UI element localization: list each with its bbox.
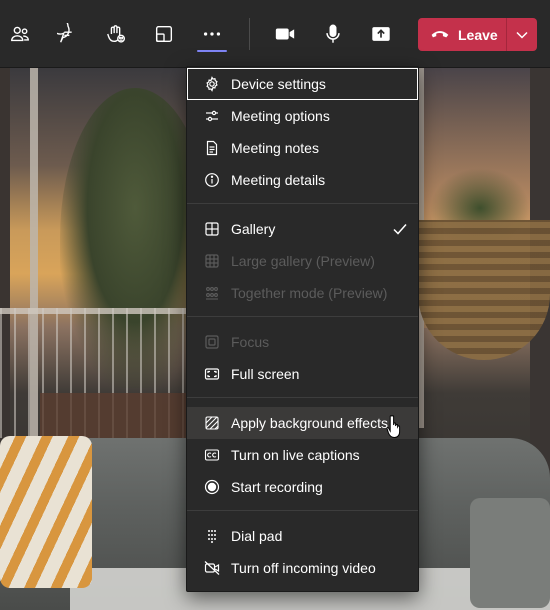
focus-icon <box>203 333 221 351</box>
menu-item-label: Start recording <box>231 479 323 495</box>
large-gallery-icon <box>203 252 221 270</box>
together-mode-icon <box>203 284 221 302</box>
active-tab-indicator <box>197 50 227 52</box>
menu-divider <box>187 316 418 317</box>
menu-item-label: Turn on live captions <box>231 447 360 463</box>
menu-item-live-captions[interactable]: Turn on live captions <box>187 439 418 471</box>
fullscreen-icon <box>203 365 221 383</box>
video-off-icon <box>203 559 221 577</box>
cc-icon <box>203 446 221 464</box>
gear-icon <box>203 75 221 93</box>
menu-item-meeting-notes[interactable]: Meeting notes <box>187 132 418 164</box>
checkmark-icon <box>393 224 407 235</box>
mic-icon[interactable] <box>317 18 349 50</box>
menu-item-start-recording[interactable]: Start recording <box>187 471 418 503</box>
chevron-down-icon <box>516 31 528 39</box>
menu-item-label: Focus <box>231 334 270 350</box>
menu-item-apply-background-effects[interactable]: Apply background effects <box>187 407 418 439</box>
leave-button[interactable]: Leave <box>418 18 506 51</box>
menu-item-label: Large gallery (Preview) <box>231 253 375 269</box>
menu-item-label: Meeting options <box>231 108 330 124</box>
menu-item-together-mode: Together mode (Preview) <box>187 277 418 309</box>
record-icon <box>203 478 221 496</box>
menu-item-large-gallery: Large gallery (Preview) <box>187 245 418 277</box>
menu-divider <box>187 397 418 398</box>
striped-pillow <box>0 436 92 588</box>
hanging-basket <box>418 220 550 360</box>
menu-item-label: Device settings <box>231 76 326 92</box>
menu-item-meeting-details[interactable]: Meeting details <box>187 164 418 196</box>
dialpad-icon <box>203 527 221 545</box>
menu-item-label: Full screen <box>231 366 300 382</box>
menu-item-label: Turn off incoming video <box>231 560 376 576</box>
menu-item-dial-pad[interactable]: Dial pad <box>187 520 418 552</box>
menu-item-full-screen[interactable]: Full screen <box>187 358 418 390</box>
meeting-toolbar: Leave <box>0 0 550 68</box>
menu-item-device-settings[interactable]: Device settings <box>187 68 418 100</box>
menu-divider <box>187 510 418 511</box>
menu-item-label: Together mode (Preview) <box>231 285 388 301</box>
more-actions-icon[interactable] <box>196 18 228 50</box>
more-actions-menu: Device settings Meeting options Meeting … <box>186 66 419 592</box>
hang-up-icon <box>430 27 450 43</box>
menu-item-focus: Focus <box>187 326 418 358</box>
menu-item-label: Apply background effects <box>231 415 388 431</box>
sliders-icon <box>203 107 221 125</box>
chat-icon[interactable] <box>52 18 84 50</box>
menu-item-gallery[interactable]: Gallery <box>187 213 418 245</box>
menu-item-label: Gallery <box>231 221 276 237</box>
hand-cursor-icon <box>386 415 401 439</box>
leave-options-button[interactable] <box>506 18 537 51</box>
menu-item-label: Dial pad <box>231 528 283 544</box>
menu-item-meeting-options[interactable]: Meeting options <box>187 100 418 132</box>
share-icon[interactable] <box>365 18 397 50</box>
menu-item-label: Meeting notes <box>231 140 319 156</box>
camera-icon[interactable] <box>269 18 301 50</box>
gallery-icon <box>203 220 221 238</box>
background-effects-icon <box>203 414 221 432</box>
info-icon <box>203 171 221 189</box>
toolbar-divider <box>249 18 250 50</box>
rooms-icon[interactable] <box>148 18 180 50</box>
notes-icon <box>203 139 221 157</box>
leave-label: Leave <box>458 26 498 43</box>
menu-divider <box>187 203 418 204</box>
reactions-icon[interactable] <box>100 18 132 50</box>
people-icon[interactable] <box>4 18 36 50</box>
menu-item-turn-off-incoming-video[interactable]: Turn off incoming video <box>187 552 418 584</box>
pillow <box>470 498 550 608</box>
menu-item-label: Meeting details <box>231 172 326 188</box>
